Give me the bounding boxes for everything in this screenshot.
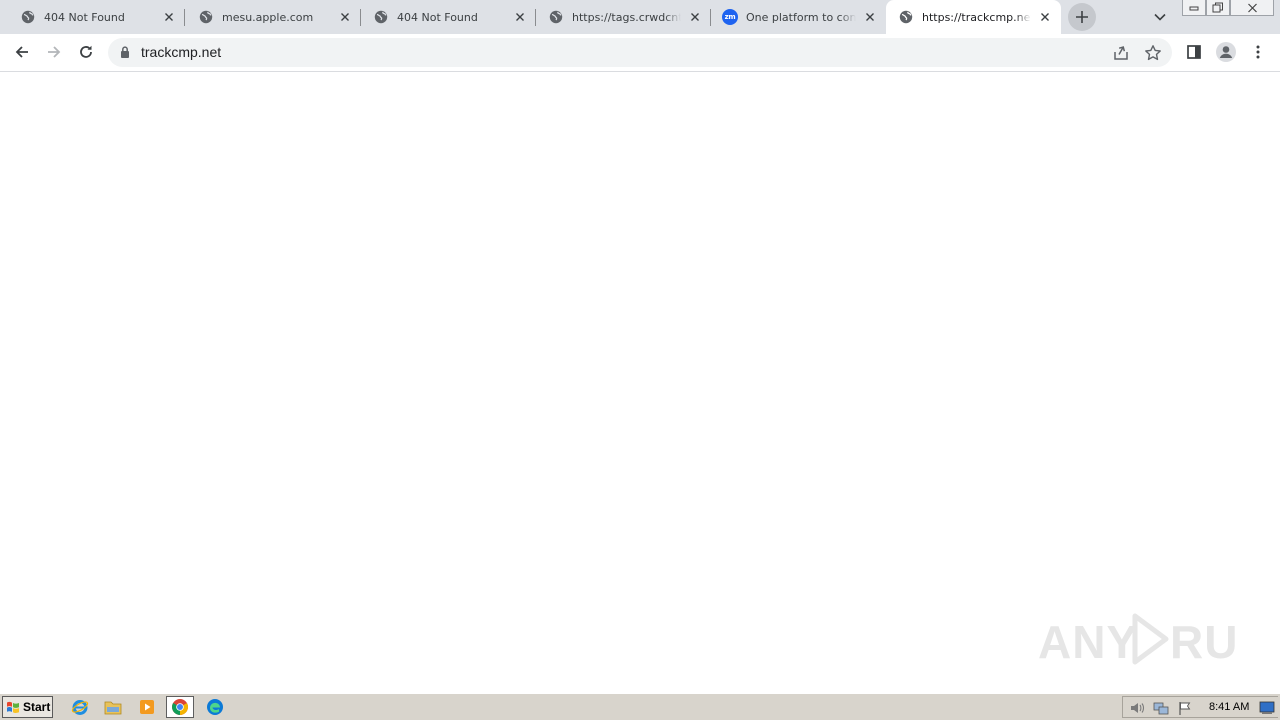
minimize-icon bbox=[1189, 6, 1199, 10]
zoom-logo-icon: zm bbox=[722, 9, 738, 25]
file-explorer-icon bbox=[104, 701, 122, 715]
speaker-icon[interactable] bbox=[1129, 700, 1145, 716]
arrow-left-icon bbox=[15, 46, 28, 58]
tab-title: https://tags.crwdcntrl.net bbox=[572, 10, 681, 24]
forward-button[interactable] bbox=[40, 38, 68, 66]
restore-button[interactable] bbox=[1206, 0, 1230, 16]
globe-icon bbox=[198, 9, 214, 25]
close-icon[interactable] bbox=[161, 9, 177, 25]
arrow-right-icon bbox=[48, 46, 61, 58]
side-panel-icon bbox=[1187, 45, 1201, 59]
internet-explorer-icon bbox=[71, 700, 89, 715]
edge-button[interactable] bbox=[201, 696, 229, 718]
reload-icon bbox=[80, 45, 92, 58]
page-viewport bbox=[0, 72, 1280, 693]
globe-icon bbox=[373, 9, 389, 25]
lock-icon[interactable] bbox=[118, 45, 132, 59]
start-button[interactable]: Start bbox=[2, 696, 53, 718]
svg-text:RUN: RUN bbox=[1170, 616, 1238, 668]
tab-strip: 404 Not Found mesu.apple.com 404 Not Fou… bbox=[0, 0, 1280, 34]
tab-6-active[interactable]: https://trackcmp.net bbox=[886, 0, 1061, 34]
close-icon bbox=[1247, 3, 1257, 12]
system-tray: 8:41 AM bbox=[1122, 696, 1278, 718]
new-tab-button[interactable] bbox=[1068, 3, 1096, 31]
tab-1[interactable]: 404 Not Found bbox=[0, 0, 185, 34]
tab-2[interactable]: mesu.apple.com bbox=[185, 0, 361, 34]
browser-toolbar: trackcmp.net bbox=[0, 34, 1280, 72]
address-bar[interactable]: trackcmp.net bbox=[108, 38, 1172, 67]
close-icon[interactable] bbox=[337, 9, 353, 25]
zoom-logo-text: zm bbox=[722, 9, 738, 25]
show-desktop-icon[interactable] bbox=[1259, 700, 1275, 716]
close-icon[interactable] bbox=[687, 9, 703, 25]
close-window-button[interactable] bbox=[1230, 0, 1274, 16]
url-text[interactable]: trackcmp.net bbox=[141, 44, 221, 60]
reload-button[interactable] bbox=[72, 38, 100, 66]
start-label: Start bbox=[23, 700, 51, 714]
network-icon[interactable] bbox=[1153, 700, 1169, 716]
media-player-icon bbox=[140, 700, 154, 714]
window-controls bbox=[1182, 0, 1274, 18]
chrome-icon bbox=[172, 699, 188, 715]
svg-text:ANY: ANY bbox=[1038, 616, 1138, 668]
back-button[interactable] bbox=[8, 38, 36, 66]
tab-title: mesu.apple.com bbox=[222, 10, 314, 24]
close-icon[interactable] bbox=[862, 9, 878, 25]
edge-icon bbox=[207, 699, 223, 715]
globe-icon bbox=[898, 9, 914, 25]
media-player-button[interactable] bbox=[133, 696, 161, 718]
chevron-down-icon bbox=[1154, 13, 1166, 21]
clock[interactable]: 8:41 AM bbox=[1209, 701, 1249, 713]
tab-title: https://trackcmp.net bbox=[922, 10, 1031, 24]
taskbar: Start 8:41 AM bbox=[0, 693, 1280, 720]
bookmark-star-icon[interactable] bbox=[1144, 44, 1162, 62]
anyrun-watermark: ANY RUN bbox=[1038, 608, 1238, 670]
tab-title: 404 Not Found bbox=[397, 10, 478, 24]
tab-4[interactable]: https://tags.crwdcntrl.net bbox=[536, 0, 711, 34]
kebab-menu-icon bbox=[1256, 45, 1260, 59]
side-panel-button[interactable] bbox=[1180, 38, 1208, 66]
tab-5[interactable]: zm One platform to connect bbox=[711, 0, 886, 34]
profile-button[interactable] bbox=[1212, 38, 1240, 66]
avatar-icon bbox=[1216, 42, 1236, 62]
file-explorer-button[interactable] bbox=[99, 696, 127, 718]
internet-explorer-button[interactable] bbox=[66, 696, 94, 718]
tab-search-button[interactable] bbox=[1152, 9, 1168, 25]
globe-icon bbox=[548, 9, 564, 25]
anyrun-logo-icon: ANY RUN bbox=[1038, 613, 1238, 668]
globe-icon bbox=[20, 9, 36, 25]
windows-logo-icon bbox=[7, 701, 19, 713]
menu-button[interactable] bbox=[1244, 38, 1272, 66]
tab-3[interactable]: 404 Not Found bbox=[361, 0, 536, 34]
share-icon[interactable] bbox=[1112, 44, 1130, 62]
minimize-button[interactable] bbox=[1182, 0, 1206, 16]
close-icon[interactable] bbox=[512, 9, 528, 25]
chrome-button[interactable] bbox=[166, 696, 194, 718]
close-icon[interactable] bbox=[1037, 9, 1053, 25]
tab-title: 404 Not Found bbox=[44, 10, 125, 24]
plus-icon bbox=[1076, 11, 1088, 23]
tab-title: One platform to connect bbox=[746, 10, 856, 24]
restore-icon bbox=[1212, 2, 1223, 13]
action-center-flag-icon[interactable] bbox=[1177, 700, 1193, 716]
